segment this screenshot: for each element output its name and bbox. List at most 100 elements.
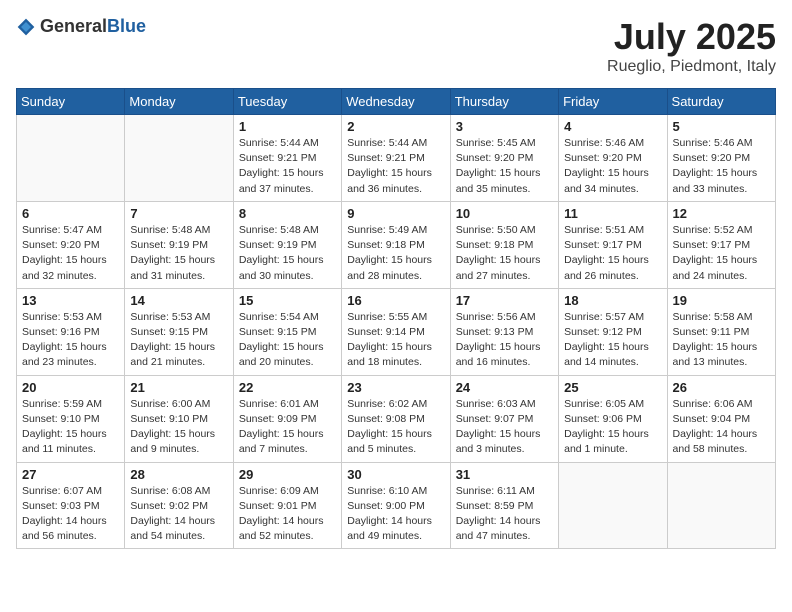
day-number: 7	[130, 206, 227, 221]
logo-icon	[16, 17, 36, 37]
logo-blue: Blue	[107, 16, 146, 36]
day-number: 28	[130, 467, 227, 482]
table-row: 25 Sunrise: 6:05 AMSunset: 9:06 PMDayligh…	[559, 375, 667, 462]
day-number: 30	[347, 467, 444, 482]
day-number: 22	[239, 380, 336, 395]
day-number: 15	[239, 293, 336, 308]
day-info: Sunrise: 6:08 AMSunset: 9:02 PMDaylight:…	[130, 484, 227, 545]
day-info: Sunrise: 6:03 AMSunset: 9:07 PMDaylight:…	[456, 397, 553, 458]
day-number: 3	[456, 119, 553, 134]
day-number: 18	[564, 293, 661, 308]
calendar-table: Sunday Monday Tuesday Wednesday Thursday…	[16, 88, 776, 549]
calendar-week-4: 20 Sunrise: 5:59 AMSunset: 9:10 PMDayligh…	[17, 375, 776, 462]
day-info: Sunrise: 5:44 AMSunset: 9:21 PMDaylight:…	[347, 136, 444, 197]
header-monday: Monday	[125, 89, 233, 115]
day-info: Sunrise: 5:55 AMSunset: 9:14 PMDaylight:…	[347, 310, 444, 371]
day-number: 25	[564, 380, 661, 395]
header-tuesday: Tuesday	[233, 89, 341, 115]
table-row: 13Sunrise: 5:53 AMSunset: 9:16 PMDayligh…	[17, 288, 125, 375]
table-row: 15 Sunrise: 5:54 AMSunset: 9:15 PMDayligh…	[233, 288, 341, 375]
table-row	[559, 462, 667, 549]
day-info: Sunrise: 5:50 AMSunset: 9:18 PMDaylight:…	[456, 223, 553, 284]
day-number: 12	[673, 206, 770, 221]
table-row	[17, 115, 125, 202]
calendar-week-5: 27 Sunrise: 6:07 AMSunset: 9:03 PMDayligh…	[17, 462, 776, 549]
table-row: 21Sunrise: 6:00 AMSunset: 9:10 PMDayligh…	[125, 375, 233, 462]
table-row: 29Sunrise: 6:09 AMSunset: 9:01 PMDayligh…	[233, 462, 341, 549]
day-number: 17	[456, 293, 553, 308]
day-info: Sunrise: 6:01 AMSunset: 9:09 PMDaylight:…	[239, 397, 336, 458]
day-number: 23	[347, 380, 444, 395]
calendar-week-2: 6 Sunrise: 5:47 AMSunset: 9:20 PMDaylight…	[17, 201, 776, 288]
day-number: 26	[673, 380, 770, 395]
day-info: Sunrise: 5:48 AMSunset: 9:19 PMDaylight:…	[130, 223, 227, 284]
title-block: July 2025 Rueglio, Piedmont, Italy	[607, 16, 776, 76]
day-info: Sunrise: 5:44 AMSunset: 9:21 PMDaylight:…	[239, 136, 336, 197]
day-info: Sunrise: 5:54 AMSunset: 9:15 PMDaylight:…	[239, 310, 336, 371]
table-row: 26 Sunrise: 6:06 AMSunset: 9:04 PMDayligh…	[667, 375, 775, 462]
day-info: Sunrise: 6:02 AMSunset: 9:08 PMDaylight:…	[347, 397, 444, 458]
day-number: 6	[22, 206, 119, 221]
day-info: Sunrise: 5:53 AMSunset: 9:16 PMDaylight:…	[22, 310, 119, 371]
table-row: 11Sunrise: 5:51 AMSunset: 9:17 PMDayligh…	[559, 201, 667, 288]
day-number: 24	[456, 380, 553, 395]
table-row: 7 Sunrise: 5:48 AMSunset: 9:19 PMDaylight…	[125, 201, 233, 288]
day-number: 10	[456, 206, 553, 221]
month-title: July 2025	[607, 16, 776, 58]
day-number: 29	[239, 467, 336, 482]
header-sunday: Sunday	[17, 89, 125, 115]
header-thursday: Thursday	[450, 89, 558, 115]
table-row: 20 Sunrise: 5:59 AMSunset: 9:10 PMDayligh…	[17, 375, 125, 462]
header-saturday: Saturday	[667, 89, 775, 115]
day-info: Sunrise: 5:52 AMSunset: 9:17 PMDaylight:…	[673, 223, 770, 284]
day-info: Sunrise: 5:59 AMSunset: 9:10 PMDaylight:…	[22, 397, 119, 458]
table-row: 16Sunrise: 5:55 AMSunset: 9:14 PMDayligh…	[342, 288, 450, 375]
table-row: 31 Sunrise: 6:11 AMSunset: 8:59 PMDayligh…	[450, 462, 558, 549]
day-number: 8	[239, 206, 336, 221]
day-number: 5	[673, 119, 770, 134]
day-info: Sunrise: 6:05 AMSunset: 9:06 PMDaylight:…	[564, 397, 661, 458]
table-row: 30Sunrise: 6:10 AMSunset: 9:00 PMDayligh…	[342, 462, 450, 549]
day-info: Sunrise: 5:47 AMSunset: 9:20 PMDaylight:…	[22, 223, 119, 284]
table-row: 4 Sunrise: 5:46 AMSunset: 9:20 PMDaylight…	[559, 115, 667, 202]
table-row: 27 Sunrise: 6:07 AMSunset: 9:03 PMDayligh…	[17, 462, 125, 549]
day-number: 31	[456, 467, 553, 482]
table-row: 23 Sunrise: 6:02 AMSunset: 9:08 PMDayligh…	[342, 375, 450, 462]
logo: GeneralBlue	[16, 16, 146, 37]
calendar-week-3: 13Sunrise: 5:53 AMSunset: 9:16 PMDayligh…	[17, 288, 776, 375]
day-number: 14	[130, 293, 227, 308]
header-friday: Friday	[559, 89, 667, 115]
day-info: Sunrise: 5:56 AMSunset: 9:13 PMDaylight:…	[456, 310, 553, 371]
day-info: Sunrise: 6:11 AMSunset: 8:59 PMDaylight:…	[456, 484, 553, 545]
day-info: Sunrise: 6:06 AMSunset: 9:04 PMDaylight:…	[673, 397, 770, 458]
calendar-week-1: 1 Sunrise: 5:44 AMSunset: 9:21 PMDaylight…	[17, 115, 776, 202]
table-row: 14 Sunrise: 5:53 AMSunset: 9:15 PMDayligh…	[125, 288, 233, 375]
day-number: 19	[673, 293, 770, 308]
day-info: Sunrise: 6:07 AMSunset: 9:03 PMDaylight:…	[22, 484, 119, 545]
day-number: 21	[130, 380, 227, 395]
day-number: 9	[347, 206, 444, 221]
day-info: Sunrise: 5:48 AMSunset: 9:19 PMDaylight:…	[239, 223, 336, 284]
header-wednesday: Wednesday	[342, 89, 450, 115]
day-info: Sunrise: 5:57 AMSunset: 9:12 PMDaylight:…	[564, 310, 661, 371]
location-title: Rueglio, Piedmont, Italy	[607, 58, 776, 76]
table-row: 17 Sunrise: 5:56 AMSunset: 9:13 PMDayligh…	[450, 288, 558, 375]
day-info: Sunrise: 5:49 AMSunset: 9:18 PMDaylight:…	[347, 223, 444, 284]
table-row: 5Sunrise: 5:46 AMSunset: 9:20 PMDaylight…	[667, 115, 775, 202]
table-row: 22 Sunrise: 6:01 AMSunset: 9:09 PMDayligh…	[233, 375, 341, 462]
day-number: 4	[564, 119, 661, 134]
table-row: 18 Sunrise: 5:57 AMSunset: 9:12 PMDayligh…	[559, 288, 667, 375]
logo-general: General	[40, 16, 107, 36]
page-header: GeneralBlue July 2025 Rueglio, Piedmont,…	[16, 16, 776, 76]
table-row: 10 Sunrise: 5:50 AMSunset: 9:18 PMDayligh…	[450, 201, 558, 288]
day-number: 1	[239, 119, 336, 134]
day-number: 20	[22, 380, 119, 395]
table-row	[125, 115, 233, 202]
table-row: 3Sunrise: 5:45 AMSunset: 9:20 PMDaylight…	[450, 115, 558, 202]
day-number: 27	[22, 467, 119, 482]
day-info: Sunrise: 5:53 AMSunset: 9:15 PMDaylight:…	[130, 310, 227, 371]
table-row: 8 Sunrise: 5:48 AMSunset: 9:19 PMDaylight…	[233, 201, 341, 288]
day-info: Sunrise: 5:46 AMSunset: 9:20 PMDaylight:…	[564, 136, 661, 197]
table-row	[667, 462, 775, 549]
day-info: Sunrise: 5:58 AMSunset: 9:11 PMDaylight:…	[673, 310, 770, 371]
